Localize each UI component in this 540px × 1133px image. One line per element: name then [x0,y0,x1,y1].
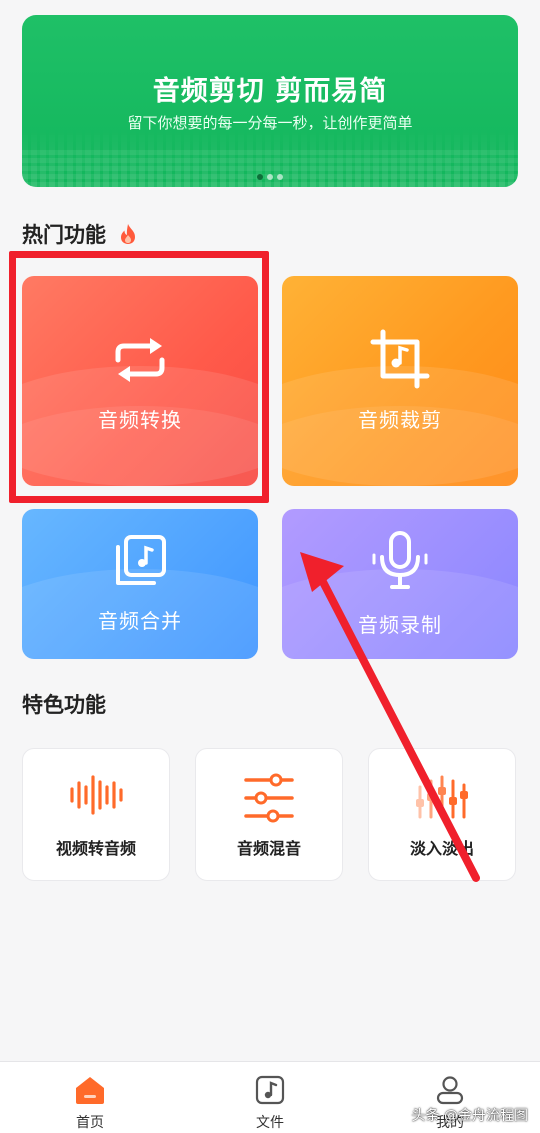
tab-label: 文件 [256,1115,284,1131]
card-label: 音频合并 [98,609,182,633]
banner-title: 音频剪切 剪而易简 [152,76,388,107]
tab-files[interactable]: 文件 [210,1062,330,1133]
feature-label: 视频转音频 [55,839,136,858]
banner-pagination [22,165,518,184]
card-label: 音频裁剪 [358,408,442,432]
waveform-icon [70,775,123,815]
highlight-box-annotation [9,251,269,503]
crop-music-icon [370,329,430,389]
banner-dot[interactable] [277,174,283,180]
feature-label: 音频混音 [236,839,301,858]
audio-mix-button[interactable]: 音频混音 [195,748,343,881]
card-label: 音频录制 [358,613,442,637]
feature-section-title: 特色功能 [22,693,106,717]
banner-dot[interactable] [257,174,263,180]
home-icon [76,1077,104,1104]
microphone-icon [372,531,428,589]
music-file-icon [255,1075,285,1105]
fade-sliders-icon [416,775,468,819]
hot-section-title-text: 热门功能 [22,223,106,247]
watermark: 头条 @金舟流程图 [411,1108,528,1124]
audio-crop-card[interactable]: 音频裁剪 [282,276,518,486]
merge-music-icon [116,535,166,585]
promo-banner[interactable]: 音频剪切 剪而易简 留下你想要的每一分每一秒，让创作更简单 [22,15,518,187]
audio-merge-card[interactable]: 音频合并 [22,509,258,659]
audio-record-card[interactable]: 音频录制 [282,509,518,659]
fade-in-out-button[interactable]: 淡入淡出 [368,748,516,881]
banner-subtitle: 留下你想要的每一分每一秒，让创作更简单 [127,114,413,132]
banner-dot[interactable] [267,174,273,180]
feature-label: 淡入淡出 [409,839,474,858]
mixer-sliders-icon [244,773,294,823]
tab-home[interactable]: 首页 [30,1062,150,1133]
video-to-audio-button[interactable]: 视频转音频 [22,748,170,881]
fire-icon [119,223,137,250]
user-icon [436,1076,464,1105]
hot-section-title: 热门功能 [22,219,137,250]
tab-label: 首页 [76,1115,104,1131]
